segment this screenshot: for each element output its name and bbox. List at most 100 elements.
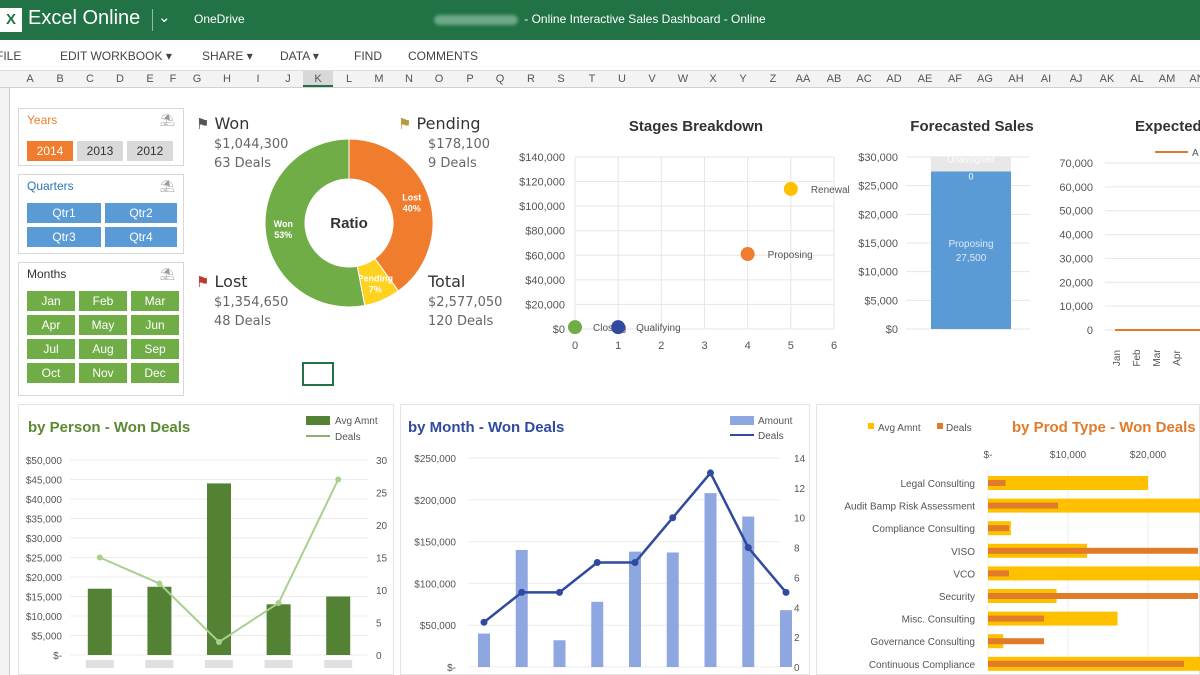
- legend-label-expected: A: [1192, 148, 1199, 159]
- donut-value-lost: 40%: [403, 204, 421, 214]
- y-tick: $120,000: [519, 177, 565, 189]
- line-point-month: [782, 588, 790, 596]
- y-tick: $80,000: [525, 226, 565, 238]
- y-tick: $20,000: [26, 573, 63, 584]
- y-tick: $40,000: [525, 275, 565, 287]
- y-tick: $25,000: [858, 181, 898, 193]
- y-tick: $35,000: [26, 515, 63, 526]
- bar-by-month: [629, 551, 641, 667]
- bar-deals: [988, 593, 1198, 599]
- x-tick: $-: [984, 450, 993, 461]
- y-tick: $5,000: [31, 632, 62, 643]
- line-point-month: [744, 544, 752, 552]
- y-tick: $25,000: [26, 554, 63, 565]
- y-tick: $20,000: [525, 299, 565, 311]
- line-point-month: [518, 588, 526, 596]
- y-tick: $5,000: [864, 295, 898, 307]
- category-label: Legal Consulting: [901, 479, 976, 490]
- y-tick: $50,000: [26, 456, 63, 467]
- y-tick: $-: [53, 651, 62, 662]
- scatter-point-qualifying: [611, 320, 626, 335]
- y2-tick: 10: [376, 586, 388, 597]
- y-tick: $60,000: [525, 250, 565, 262]
- x-tick: $20,000: [1130, 450, 1167, 461]
- y-tick: 60,000: [1059, 182, 1093, 194]
- blurred-name: [205, 660, 233, 668]
- scatter-label-qualifying: Qualifying: [636, 323, 680, 334]
- blurred-name: [324, 660, 353, 668]
- bar-value-proposing: 27,500: [956, 253, 987, 264]
- x-tick: 6: [831, 340, 837, 352]
- y-tick: $250,000: [414, 454, 456, 465]
- bar-by-month: [704, 493, 717, 667]
- y-tick: 10,000: [1059, 301, 1093, 313]
- bar-deals: [988, 480, 1006, 486]
- category-label: Governance Consulting: [870, 637, 975, 648]
- y2-tick: 0: [376, 651, 382, 662]
- x-tick-apr: Apr: [1172, 350, 1183, 366]
- scatter-point-proposing: [740, 247, 755, 262]
- chart-title-expected: Expected: [1135, 118, 1200, 135]
- x-tick: 1: [615, 340, 621, 352]
- line-point-deals: [156, 580, 163, 587]
- category-label: Audit Bamp Risk Assessment: [844, 502, 975, 513]
- bar-avg-amnt: [988, 476, 1148, 490]
- category-label: VCO: [953, 569, 975, 580]
- bar-by-person: [207, 483, 231, 655]
- y-tick: $10,000: [858, 267, 898, 279]
- line-point-deals: [275, 600, 282, 606]
- x-tick: $10,000: [1050, 450, 1087, 461]
- y2-tick: 25: [376, 489, 388, 500]
- line-point-deals: [216, 639, 222, 645]
- bar-by-person: [87, 588, 112, 655]
- scatter-label-renewal: Renewal: [811, 185, 850, 196]
- category-label: Misc. Consulting: [902, 615, 975, 626]
- y-tick: $30,000: [858, 152, 898, 164]
- bar-by-month: [515, 549, 528, 667]
- y-tick: $200,000: [414, 496, 456, 507]
- y-tick: $40,000: [26, 495, 63, 506]
- line-point-month: [631, 559, 639, 566]
- bar-value-unassigned: 0: [968, 171, 973, 181]
- legend-label-deals-prod: Deals: [946, 423, 972, 434]
- bar-by-month: [553, 640, 566, 667]
- bar-deals: [988, 660, 1184, 667]
- x-tick-mar: Mar: [1152, 349, 1163, 367]
- y-tick: $45,000: [26, 476, 63, 487]
- scatter-point-closing: [568, 320, 582, 335]
- line-point-month: [707, 469, 714, 477]
- y2-tick: 4: [794, 603, 800, 614]
- chart-title-by-prod: by Prod Type - Won Deals: [1012, 419, 1196, 436]
- bar-by-month: [591, 601, 604, 667]
- y-tick: 0: [1087, 325, 1093, 337]
- donut-title: Ratio: [330, 215, 368, 232]
- charts-canvas: Lost40% Pending7% Won53% Ratio Stages Breakd…: [26, 118, 1200, 674]
- y2-tick: 12: [794, 484, 806, 495]
- bar-deals: [988, 615, 1044, 622]
- bar-avg-amnt: [988, 566, 1200, 581]
- category-label: Security: [939, 592, 975, 603]
- y-tick: 40,000: [1059, 230, 1093, 242]
- legend-swatch-amount: [730, 416, 754, 425]
- line-point-deals: [335, 476, 342, 483]
- legend-label-deals-month: Deals: [758, 431, 784, 442]
- y2-tick: 8: [794, 544, 800, 555]
- y2-tick: 14: [794, 454, 806, 465]
- y2-tick: 0: [794, 663, 800, 674]
- y-tick: $30,000: [26, 534, 63, 545]
- x-tick-feb: Feb: [1132, 349, 1143, 367]
- bar-deals: [988, 547, 1198, 554]
- bar-proposing: [931, 171, 1011, 329]
- blurred-name: [264, 660, 293, 668]
- legend-swatch-avg: [868, 423, 874, 429]
- donut-value-pending: 7%: [369, 285, 382, 295]
- chart-title-forecast: Forecasted Sales: [910, 118, 1033, 135]
- y2-tick: 15: [376, 554, 388, 565]
- y2-tick: 6: [794, 573, 800, 584]
- y2-tick: 20: [376, 521, 388, 532]
- legend-label-avg-amnt: Avg Amnt: [335, 416, 378, 427]
- x-tick: 0: [572, 340, 578, 352]
- y-tick: $15,000: [26, 593, 63, 604]
- chart-title-stages: Stages Breakdown: [629, 118, 763, 135]
- bar-deals: [988, 525, 1009, 532]
